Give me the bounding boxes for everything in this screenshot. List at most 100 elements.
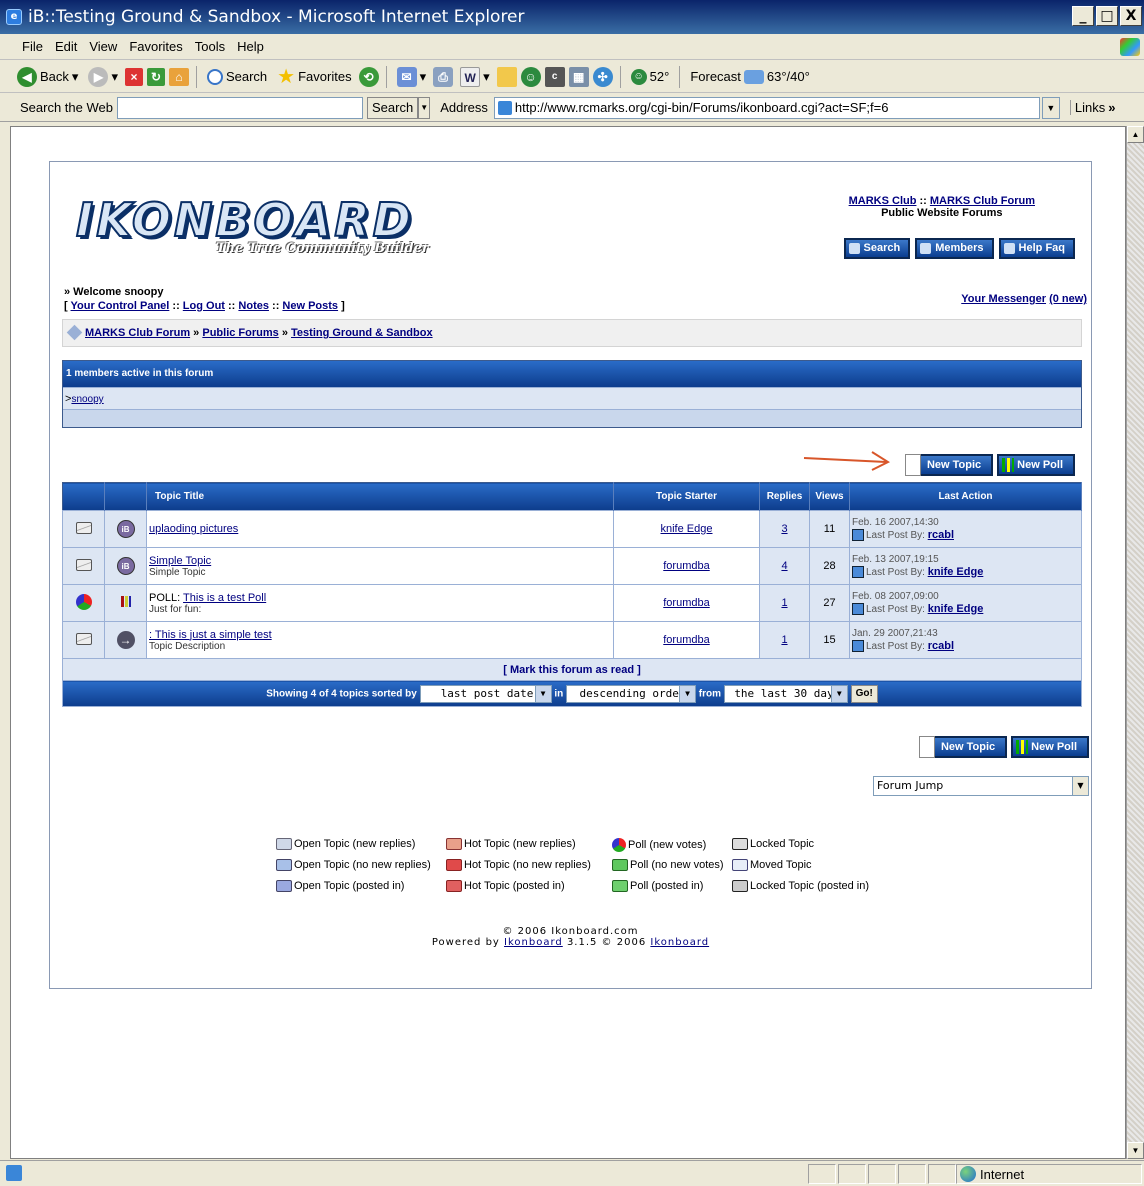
maximize-button[interactable]: □ xyxy=(1096,6,1118,26)
poll-bars-icon xyxy=(1016,740,1029,754)
links-button[interactable]: Links xyxy=(1069,100,1105,115)
club-link[interactable]: MARKS Club xyxy=(849,195,917,207)
new-poll-button[interactable]: New Poll xyxy=(997,454,1075,476)
new-topic-button[interactable]: New Topic xyxy=(904,454,994,476)
menu-file[interactable]: File xyxy=(16,34,49,60)
menu-edit[interactable]: Edit xyxy=(49,34,83,60)
menu-help[interactable]: Help xyxy=(231,34,270,60)
sort-range-select[interactable]: the last 30 days ▼ xyxy=(723,684,848,703)
scroll-up-icon[interactable]: ▲ xyxy=(1127,126,1144,143)
address-input[interactable]: http://www.rcmarks.org/cgi-bin/Forums/ik… xyxy=(493,96,1040,119)
new-posts-link[interactable]: New Posts xyxy=(282,300,338,312)
favorites-button[interactable]: ★ Favorites xyxy=(274,64,354,89)
last-post-author-link[interactable]: rcabl xyxy=(928,640,954,652)
history-icon[interactable]: ⟲ xyxy=(358,66,379,87)
members-button[interactable]: Members xyxy=(915,238,994,259)
mark-forum-read-link[interactable]: [ Mark this forum as read ] xyxy=(503,664,641,676)
control-panel-link[interactable]: Your Control Panel xyxy=(71,300,170,312)
back-label: Back xyxy=(40,69,69,84)
topic-starter-link[interactable]: forumdba xyxy=(663,560,709,572)
header-replies[interactable]: Replies xyxy=(759,482,810,511)
vertical-scrollbar[interactable]: ▲ ▼ xyxy=(1126,126,1144,1159)
last-post-author-link[interactable]: knife Edge xyxy=(928,566,984,578)
network-icon[interactable]: ✣ xyxy=(592,66,613,87)
toolbar-tool-icon[interactable]: ▦ xyxy=(568,66,589,87)
messenger-icon[interactable]: ☺ xyxy=(520,66,541,87)
new-poll-button[interactable]: New Poll xyxy=(1011,736,1089,758)
last-post-label: Last Post By: xyxy=(866,640,925,652)
welcome-sep-3: :: xyxy=(272,300,280,312)
header-topic-starter[interactable]: Topic Starter xyxy=(613,482,760,511)
replies-link[interactable]: 3 xyxy=(781,523,787,535)
home-icon[interactable]: ⌂ xyxy=(168,67,189,86)
active-member-link[interactable]: snoopy xyxy=(71,394,103,405)
last-post-icon[interactable] xyxy=(852,528,864,541)
replies-link[interactable]: 4 xyxy=(781,560,787,572)
topic-starter-link[interactable]: forumdba xyxy=(663,597,709,609)
last-post-author-link[interactable]: rcabl xyxy=(928,529,954,541)
chevron-right-icon[interactable]: » xyxy=(1108,100,1115,115)
forum-jump-select[interactable]: Forum Jump ▼ xyxy=(873,776,1089,796)
header-last-action[interactable]: Last Action xyxy=(849,482,1082,511)
status-bar: Internet xyxy=(0,1160,1144,1186)
sort-order-select[interactable]: descending order ▼ xyxy=(566,684,696,703)
topic-title-link[interactable]: : This is just a simple test xyxy=(149,629,272,641)
weather-widget[interactable]: ☺ 52° xyxy=(628,68,673,85)
search-button[interactable]: Search xyxy=(843,238,911,259)
search-toolbar-label: Search xyxy=(225,69,268,84)
logout-link[interactable]: Log Out xyxy=(183,300,225,312)
messenger-new-link[interactable]: (0 new) xyxy=(1049,293,1087,305)
close-button[interactable]: X xyxy=(1120,6,1142,26)
mail-button[interactable]: ✉ ▾ xyxy=(394,66,430,87)
topic-title-link[interactable]: This is a test Poll xyxy=(183,592,266,604)
forward-button[interactable]: ▶ ▾ xyxy=(85,66,121,87)
messenger-link[interactable]: Your Messenger xyxy=(961,293,1046,305)
search-web-input[interactable] xyxy=(116,96,363,119)
breadcrumb-item-sandbox[interactable]: Testing Ground & Sandbox xyxy=(291,327,433,339)
welcome-sep-2: :: xyxy=(228,300,236,312)
last-post-author-link[interactable]: knife Edge xyxy=(928,603,984,615)
search-web-button[interactable]: Search xyxy=(366,96,419,119)
print-icon[interactable]: ⎙ xyxy=(433,66,454,87)
folder-icon[interactable] xyxy=(496,66,517,87)
stop-icon[interactable]: × xyxy=(124,67,143,86)
breadcrumb-item-forum[interactable]: MARKS Club Forum xyxy=(85,327,190,339)
topic-starter-link[interactable]: knife Edge xyxy=(661,523,713,535)
footer-ikonboard-link[interactable]: Ikonboard xyxy=(504,937,563,948)
forecast-widget[interactable]: Forecast 63°/40° xyxy=(687,69,813,84)
back-button[interactable]: ◀ Back ▾ xyxy=(14,66,81,87)
new-topic-button[interactable]: New Topic xyxy=(918,736,1008,758)
minimize-button[interactable]: _ xyxy=(1072,6,1094,26)
header-views[interactable]: Views xyxy=(809,482,850,511)
search-dropdown-icon[interactable]: ▼ xyxy=(418,96,431,119)
sort-by-select[interactable]: last post date ▼ xyxy=(419,684,552,703)
menu-view[interactable]: View xyxy=(83,34,123,60)
search-toolbar-button[interactable]: Search xyxy=(204,68,270,85)
address-dropdown-icon[interactable]: ▼ xyxy=(1041,96,1060,119)
refresh-icon[interactable]: ↻ xyxy=(146,67,165,86)
footer-ikonboard-link-2[interactable]: Ikonboard xyxy=(650,937,709,948)
topic-title-link[interactable]: Simple Topic xyxy=(149,555,211,567)
topic-starter-link[interactable]: forumdba xyxy=(663,634,709,646)
table-row: → : This is just a simple test Topic Desc… xyxy=(62,621,1082,659)
poll-prefix: POLL: xyxy=(149,591,184,604)
last-post-icon[interactable] xyxy=(852,639,864,652)
header-topic-title[interactable]: Topic Title xyxy=(146,482,614,511)
menu-tools[interactable]: Tools xyxy=(189,34,231,60)
replies-link[interactable]: 1 xyxy=(781,597,787,609)
menu-favorites[interactable]: Favorites xyxy=(123,34,188,60)
research-icon[interactable]: c xyxy=(544,66,565,87)
topic-title-link[interactable]: uplaoding pictures xyxy=(149,523,238,535)
help-faq-button[interactable]: Help Faq xyxy=(998,238,1075,259)
edit-button[interactable]: W ▾ xyxy=(457,66,493,87)
members-icon xyxy=(920,243,932,254)
replies-link[interactable]: 1 xyxy=(781,634,787,646)
last-post-icon[interactable] xyxy=(852,602,864,615)
breadcrumb-item-public[interactable]: Public Forums xyxy=(202,327,278,339)
go-button[interactable]: Go! xyxy=(850,684,878,703)
address-toolbar: Search the Web Search ▼ Address http://w… xyxy=(0,94,1144,122)
last-post-icon[interactable] xyxy=(852,565,864,578)
scroll-down-icon[interactable]: ▼ xyxy=(1127,1142,1144,1159)
club-forum-link[interactable]: MARKS Club Forum xyxy=(930,195,1035,207)
notes-link[interactable]: Notes xyxy=(238,300,269,312)
